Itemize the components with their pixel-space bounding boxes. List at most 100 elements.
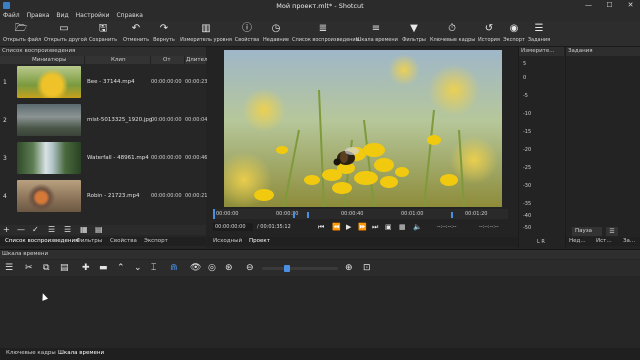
playhead-marker[interactable] (213, 209, 215, 219)
right-panel-tabs: Нед... Ист... За... (566, 237, 640, 246)
keyframes-button[interactable]: ⏱ Ключевые кадры (430, 23, 475, 45)
open-other-button[interactable]: ▭ Открыть другой (44, 23, 87, 45)
menu-help[interactable]: Справка (116, 11, 142, 21)
timeline-panel: Шкала времени ☰ ✂ ⧉ ▤ ✚ ▬ ⌃ ⌄ ⌶ ⋒ 👁 ◎ ⊛ … (0, 249, 640, 349)
ripple-icon[interactable]: ◎ (208, 262, 216, 274)
column-thumbnails[interactable]: Миниатюры (0, 56, 84, 64)
menu-file[interactable]: Файл (3, 11, 20, 21)
redo-button[interactable]: ↷ Вернуть (152, 23, 176, 45)
menu-bar: Файл Правка Вид Настройки Справка (0, 11, 640, 21)
zoom-out-icon[interactable]: ⊖ (246, 262, 254, 274)
jobs-button[interactable]: ☰ Задания (527, 23, 551, 45)
total-duration: / 00:01:35:12 (257, 224, 291, 230)
minimize-button[interactable]: — (583, 1, 594, 10)
scrub-icon[interactable]: 👁 (190, 262, 201, 274)
play-icon[interactable]: ▶ (346, 222, 351, 232)
menu-edit[interactable]: Правка (27, 11, 50, 21)
player-scrubber[interactable]: 00:00:00 00:00:20 00:00:40 00:01:00 00:0… (213, 209, 508, 219)
playlist-row[interactable]: 1 Bee - 37144.mp4 00:00:00:00 00:00:23 (0, 64, 207, 100)
split-icon[interactable]: ⌶ (151, 262, 156, 274)
zoom-in-icon[interactable]: ⊕ (345, 262, 353, 274)
paste-icon[interactable]: ▤ (60, 262, 69, 274)
filters-button[interactable]: ▼ Фильтры (400, 23, 428, 45)
tab-timeline[interactable]: Шкала времени (58, 350, 104, 356)
clip-in: 00:00:00:00 (151, 79, 182, 85)
details-view-button[interactable]: ☰ (48, 225, 55, 235)
playlist-row[interactable]: 4 Robin - 21723.mp4 00:00:00:00 00:00:21 (0, 178, 208, 214)
current-timecode[interactable]: 00:00:00:00 (213, 223, 253, 231)
ripple-all-icon[interactable]: ⊛ (225, 262, 233, 274)
lift-icon[interactable]: ⌃ (117, 262, 125, 274)
clip-duration: 00:00:21 (185, 193, 208, 199)
rewind-icon[interactable]: ⏪ (332, 222, 341, 232)
list-view-button[interactable]: ☰ (64, 225, 71, 235)
tab-jobs[interactable]: За... (623, 237, 635, 246)
remove-clip-button[interactable]: — (17, 225, 25, 235)
playlist-title: Список воспроизведения (0, 47, 206, 56)
tab-filters[interactable]: Фильтры (76, 237, 102, 246)
tab-properties[interactable]: Свойства (110, 237, 137, 246)
zoom-slider[interactable] (262, 265, 338, 272)
properties-button[interactable]: ⓘ Свойства (234, 23, 260, 45)
playlist-row[interactable]: 3 Waterfall - 48961.mp4 00:00:00:00 00:0… (0, 140, 208, 176)
recent-button[interactable]: ◷ Недавние (262, 23, 290, 45)
tab-project[interactable]: Проект (249, 237, 270, 246)
bee-on-flowers-frame (224, 50, 502, 207)
audio-meter-panel: Измерите... 5 0 -5 -10 -15 -20 -25 -30 -… (518, 47, 564, 248)
timeline-menu-icon[interactable]: ☰ (5, 262, 13, 274)
video-preview[interactable] (224, 50, 502, 207)
in-point: --:--:--:-- (437, 224, 457, 230)
zoom-slider-handle[interactable] (284, 265, 290, 272)
left-panel-tabs: Список воспроизведения Фильтры Свойства … (0, 237, 206, 246)
grid-icon[interactable]: ▦ (399, 222, 406, 232)
audio-meter-button[interactable]: ▥ Измеритель уровня (180, 23, 232, 45)
tab-keyframes[interactable]: Ключевые кадры (6, 350, 56, 356)
playlist-icon: ≣ (318, 23, 328, 34)
close-button[interactable]: ✕ (625, 1, 636, 10)
cut-icon[interactable]: ✂ (25, 262, 33, 274)
tiles-view-button[interactable]: ▦ (80, 225, 88, 235)
timeline-button[interactable]: ≡ Шкала времени (356, 23, 398, 45)
column-duration[interactable]: Длител (184, 56, 208, 64)
append-icon[interactable]: ✚ (82, 262, 90, 274)
open-file-icon: 🗁 (14, 23, 28, 34)
export-button[interactable]: ◉ Экспорт (503, 23, 525, 45)
column-clip[interactable]: Клип (84, 56, 150, 64)
jobs-menu-button[interactable]: ☰ (606, 227, 618, 236)
skip-end-icon[interactable]: ⏭ (372, 222, 378, 232)
column-in[interactable]: От (150, 56, 184, 64)
open-other-icon: ▭ (59, 23, 69, 34)
playlist-button[interactable]: ≣ Список воспроизведения (292, 23, 359, 45)
snap-icon[interactable]: ⋒ (170, 262, 178, 274)
open-file-button[interactable]: 🗁 Открыть файл (3, 23, 41, 45)
overwrite-icon[interactable]: ⌄ (134, 262, 142, 274)
copy-icon[interactable]: ⧉ (43, 262, 49, 274)
menu-view[interactable]: Вид (56, 11, 68, 21)
clip-thumbnail (17, 104, 81, 136)
maximize-button[interactable]: ☐ (604, 1, 615, 10)
tab-recent[interactable]: Нед... (569, 237, 586, 246)
playlist-row[interactable]: 2 mist-5013325_1920.jpg 00:00:00:00 00:0… (0, 102, 207, 138)
undo-icon: ↶ (131, 23, 141, 34)
undo-button[interactable]: ↶ Отменить (122, 23, 150, 45)
fast-forward-icon[interactable]: ⏩ (358, 222, 367, 232)
history-button[interactable]: ↺ История (476, 23, 502, 45)
menu-settings[interactable]: Настройки (76, 11, 110, 21)
pause-button[interactable]: Пауза (572, 227, 602, 236)
save-button[interactable]: 🖫 Сохранить (88, 23, 118, 45)
add-clip-button[interactable]: + (3, 225, 10, 235)
skip-start-icon[interactable]: ⏮ (318, 222, 324, 232)
tab-playlist[interactable]: Список воспроизведения (5, 237, 78, 246)
tab-source[interactable]: Исходный (213, 237, 242, 246)
tab-export[interactable]: Экспорт (144, 237, 168, 246)
update-clip-button[interactable]: ✓ (32, 225, 39, 235)
volume-icon[interactable]: 🔈 (413, 222, 422, 232)
icons-view-button[interactable]: ▤ (95, 225, 103, 235)
toggle-zoom-icon[interactable]: ▣ (385, 222, 392, 232)
zoom-fit-icon[interactable]: ⊡ (363, 262, 371, 274)
mouse-cursor (39, 292, 49, 301)
tab-history[interactable]: Ист... (596, 237, 612, 246)
remove-icon[interactable]: ▬ (99, 262, 108, 274)
clip-duration: 00:00:46 (185, 155, 208, 161)
playlist-panel: Список воспроизведения Миниатюры Клип От… (0, 47, 208, 248)
